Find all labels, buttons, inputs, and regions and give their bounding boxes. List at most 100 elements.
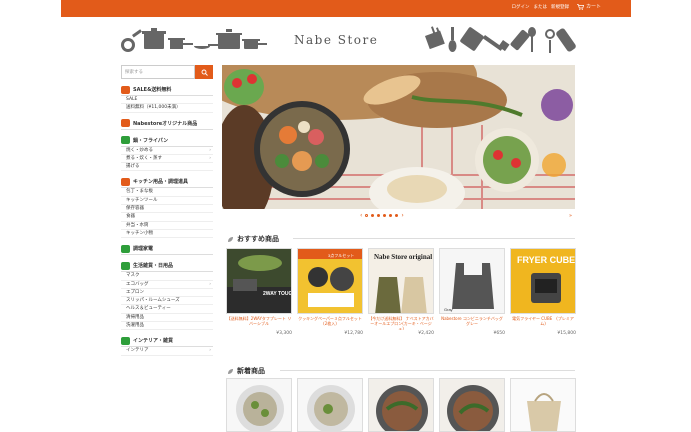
product-image[interactable]: FRYER CUBE (510, 248, 576, 314)
product-name[interactable]: 【送料無料】2WAYタフプレート リバーシブル (226, 316, 292, 330)
carousel-dot[interactable] (377, 214, 381, 217)
product-image[interactable]: 3点フルセット (297, 248, 363, 314)
sidebar-item[interactable]: インテリア › (121, 347, 213, 356)
carousel-dot[interactable] (383, 214, 387, 217)
product-price: ¥650 (493, 331, 505, 336)
new-product-card[interactable] (226, 378, 292, 432)
sidebar: 探索する SALE&送料無料 SALE 送料無料（¥11,000未満） Nabesto… (121, 65, 213, 356)
search-button[interactable] (195, 65, 213, 79)
sidebar-item[interactable]: 食器 (121, 213, 213, 222)
new-product-card[interactable] (297, 378, 363, 432)
recommend-products: 2WAY TOUGH PLATE【送料無料】2WAYタフプレート リバーシブル¥… (226, 248, 576, 336)
sidebar-item[interactable]: スリッパ・ルームシューズ (121, 297, 213, 306)
product-price: ¥3,300 (276, 331, 292, 336)
sidebar-item[interactable]: 弁当・水筒 (121, 222, 213, 230)
search-input[interactable]: 探索する (121, 65, 195, 79)
product-image[interactable] (226, 378, 292, 432)
sidebar-category: Nabestoreオリジナル商品 (121, 119, 213, 130)
product-image[interactable]: Gray (439, 248, 505, 314)
sidebar-item-label: 食器 (126, 214, 135, 220)
product-image[interactable] (439, 378, 505, 432)
sidebar-item[interactable]: エプロン (121, 289, 213, 298)
sidebar-category-header[interactable]: Nabestoreオリジナル商品 (121, 119, 213, 130)
product-card[interactable]: FRYER CUBE 電気フライヤー CUBE (プレミアム) ¥15,800 (510, 248, 576, 336)
sidebar-item[interactable]: 送料無料（¥11,000未満） (121, 104, 213, 113)
sidebar-category-header[interactable]: 調理家電 (121, 244, 213, 256)
product-image-text: Nabe Store original apron (374, 253, 434, 261)
chevron-right-icon: › (209, 155, 211, 161)
new-section-title: 新着商品 (227, 366, 265, 376)
sidebar-item[interactable]: ヘルス＆ビューティー (121, 305, 213, 314)
category-icon (121, 244, 130, 253)
sidebar-item[interactable]: 洗濯用品 (121, 322, 213, 331)
sidebar-item-label: 送料無料（¥11,000未満） (126, 105, 181, 111)
sidebar-item[interactable]: 保存容器 (121, 205, 213, 214)
sidebar-item[interactable]: 煮る・炊く・蒸す › (121, 155, 213, 164)
hero-banner[interactable] (222, 65, 575, 209)
top-bar: ログイン または 新規登録 カート (61, 0, 631, 17)
product-image[interactable] (297, 378, 363, 432)
sidebar-category-label: SALE&送料無料 (133, 87, 172, 93)
product-image[interactable]: Nabe Store original apron (368, 248, 434, 314)
sidebar-item-label: マスク (126, 273, 140, 279)
category-icon (121, 136, 130, 145)
product-card[interactable]: 3点フルセット クッキングペーパー３点フルセット (2枚入) ¥12,780 (297, 248, 363, 336)
product-card[interactable]: 2WAY TOUGH PLATE 【送料無料】2WAYタフプレート リバーシブル¥… (226, 248, 292, 336)
product-image[interactable] (510, 378, 576, 432)
kitchen-tool-icons-right (425, 26, 576, 53)
sidebar-item[interactable]: マスク (121, 272, 213, 281)
category-icon (121, 336, 130, 345)
sidebar-item[interactable]: 包丁・まな板 (121, 188, 213, 197)
new-products (226, 378, 576, 432)
new-title-text: 新着商品 (237, 367, 265, 375)
cart-label: カート (585, 4, 601, 10)
carousel-next-button[interactable]: › (401, 212, 403, 219)
product-image-text: FRYER CUBE (517, 255, 575, 265)
sidebar-item-label: 洗濯用品 (126, 323, 144, 329)
sidebar-item[interactable]: キッチン小物 (121, 230, 213, 239)
sidebar-category-header[interactable]: 鍋・フライパン (121, 136, 213, 147)
sidebar-category-header[interactable]: キッチン用品・調理道具 (121, 177, 213, 189)
store-logo[interactable]: Nabe Store (294, 33, 378, 47)
sidebar-item[interactable]: SALE (121, 96, 213, 105)
sidebar-item[interactable]: 揚げる (121, 163, 213, 172)
product-image[interactable]: 2WAY TOUGH PLATE (226, 248, 292, 314)
sidebar-item[interactable]: キッチンツール (121, 197, 213, 206)
login-link[interactable]: ログイン (512, 4, 530, 10)
carousel-dot[interactable] (371, 214, 375, 217)
chevron-right-icon: › (209, 281, 211, 287)
category-icon (121, 119, 130, 128)
sidebar-item-label: インテリア (126, 348, 149, 354)
new-product-card[interactable] (439, 378, 505, 432)
product-card[interactable]: Nabe Store original apron 【今だけ送料無料】 ナベストア… (368, 248, 434, 336)
sidebar-category: インテリア・雑貨 インテリア › (121, 336, 213, 356)
carousel-dot[interactable] (389, 214, 393, 217)
product-name[interactable]: クッキングペーパー３点フルセット (2枚入) (297, 316, 363, 330)
product-card[interactable]: Gray Nabestore コンビニランチバッグ グレー ¥650 (439, 248, 505, 336)
product-name[interactable]: 電気フライヤー CUBE (プレミアム) (510, 316, 576, 330)
carousel-dot[interactable] (395, 214, 399, 217)
sidebar-item-label: エプロン (126, 289, 144, 295)
product-image[interactable] (368, 378, 434, 432)
sidebar-item-label: エコバッグ (126, 281, 149, 287)
sidebar-category: SALE&送料無料 SALE 送料無料（¥11,000未満） (121, 85, 213, 113)
sidebar-item-label: キッチンツール (126, 197, 158, 203)
sidebar-item[interactable]: 焼く・炒める › (121, 147, 213, 155)
sidebar-item-label: 包丁・まな板 (126, 189, 153, 195)
double-right-icon[interactable]: » (569, 213, 572, 219)
carousel-prev-button[interactable]: ‹ (360, 212, 362, 219)
new-product-card[interactable] (510, 378, 576, 432)
sidebar-category-header[interactable]: インテリア・雑貨 (121, 336, 213, 348)
carousel-dot[interactable] (365, 214, 369, 217)
register-link[interactable]: 新規登録 (551, 4, 569, 10)
sidebar-category-header[interactable]: 生活雑貨・日用品 (121, 261, 213, 273)
sidebar-item[interactable]: 清掃用品 (121, 314, 213, 323)
category-icon (121, 85, 130, 94)
product-name[interactable]: 【今だけ送料無料】 ナベストアカバーオールエプロン(カーキ・ベージュ) (368, 316, 434, 330)
recommend-title-text: おすすめ商品 (237, 235, 279, 243)
sidebar-item[interactable]: エコバッグ › (121, 281, 213, 289)
cart-link[interactable]: カート (576, 3, 601, 10)
new-product-card[interactable] (368, 378, 434, 432)
product-name[interactable]: Nabestore コンビニランチバッグ グレー (439, 316, 505, 330)
sidebar-category-header[interactable]: SALE&送料無料 (121, 85, 213, 96)
